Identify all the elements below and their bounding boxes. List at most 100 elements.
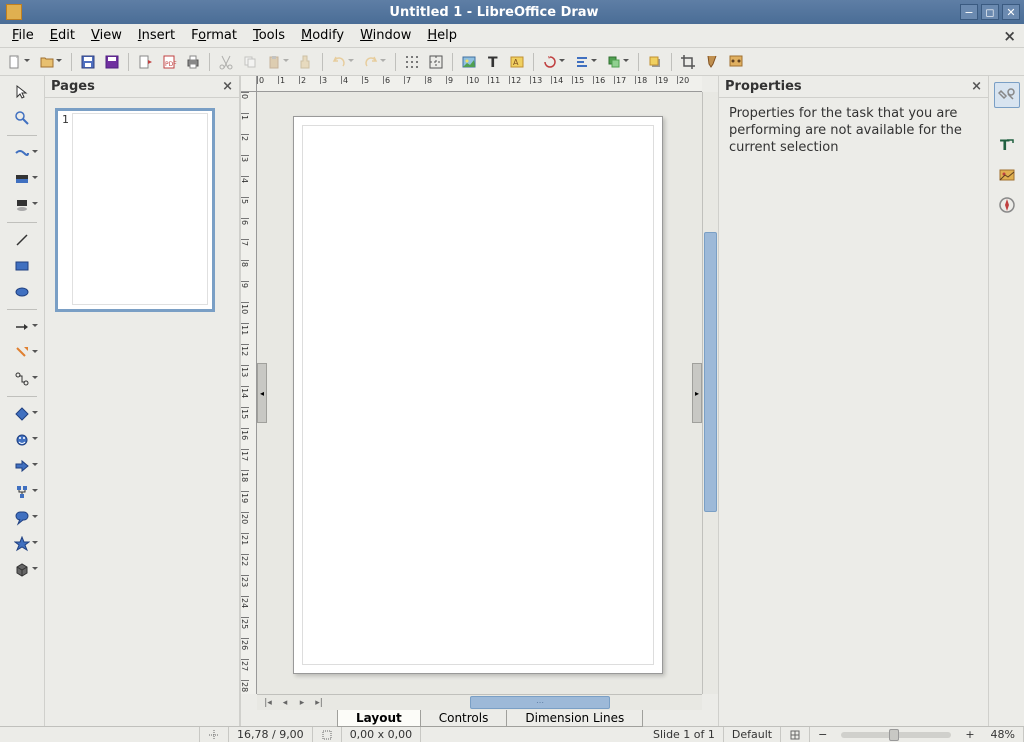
sidebar-navigator-icon[interactable] xyxy=(994,192,1020,218)
undo-button[interactable] xyxy=(328,51,350,73)
basic-shapes-tool[interactable] xyxy=(4,402,40,426)
svg-text:A: A xyxy=(513,58,519,67)
tab-dimension-lines[interactable]: Dimension Lines xyxy=(506,710,643,727)
vertical-scrollbar[interactable] xyxy=(702,92,718,694)
curve-tool[interactable] xyxy=(4,341,40,365)
menu-file[interactable]: File xyxy=(4,26,42,45)
canvas-area: 01234567891011121314151617181920 0123456… xyxy=(240,76,718,726)
last-page-button[interactable]: ▸| xyxy=(312,697,326,709)
zoom-in-icon[interactable]: + xyxy=(957,727,982,742)
helplines-button[interactable] xyxy=(425,51,447,73)
zoom-out-icon[interactable]: − xyxy=(810,727,835,742)
connector-tool[interactable] xyxy=(4,367,40,391)
symbol-shapes-tool[interactable] xyxy=(4,428,40,452)
object-size: 0,00 x 0,00 xyxy=(342,727,422,742)
tab-layout[interactable]: Layout xyxy=(337,710,421,727)
grid-button[interactable] xyxy=(401,51,423,73)
clone-format-button[interactable] xyxy=(295,51,317,73)
properties-panel-header: Properties × xyxy=(719,76,988,98)
pages-panel-title: Pages xyxy=(51,79,95,94)
select-tool[interactable] xyxy=(4,80,40,104)
sidebar-gallery-icon[interactable] xyxy=(994,162,1020,188)
callout-tool[interactable] xyxy=(4,506,40,530)
page-thumbnail[interactable]: 1 xyxy=(55,108,215,312)
horizontal-ruler[interactable]: 01234567891011121314151617181920 xyxy=(257,76,702,92)
menu-format[interactable]: Format xyxy=(183,26,245,45)
rotate-button[interactable] xyxy=(539,51,561,73)
paste-button[interactable] xyxy=(263,51,285,73)
properties-panel-close-icon[interactable]: × xyxy=(971,79,982,94)
close-window-button[interactable]: ✕ xyxy=(1002,4,1020,20)
properties-panel-title: Properties xyxy=(725,79,802,94)
menu-edit[interactable]: Edit xyxy=(42,26,83,45)
collapse-right-handle[interactable]: ▸ xyxy=(692,363,702,423)
copy-button[interactable] xyxy=(239,51,261,73)
sidebar-properties-icon[interactable] xyxy=(994,82,1020,108)
prev-page-button[interactable]: ◂ xyxy=(278,697,292,709)
cursor-position: 16,78 / 9,00 xyxy=(229,727,313,742)
zoom-percent[interactable]: 48% xyxy=(983,727,1024,742)
print-button[interactable] xyxy=(182,51,204,73)
arrow-tool[interactable] xyxy=(4,315,40,339)
sidebar-styles-icon[interactable]: T xyxy=(994,132,1020,158)
zoom-slider[interactable] xyxy=(841,732,951,738)
close-document-button[interactable]: × xyxy=(1003,27,1016,45)
layer-tabs: Layout Controls Dimension Lines xyxy=(257,710,702,726)
align-button[interactable] xyxy=(571,51,593,73)
page-style[interactable]: Default xyxy=(724,727,781,742)
collapse-left-handle[interactable]: ◂ xyxy=(257,363,267,423)
crop-button[interactable] xyxy=(677,51,699,73)
line-color-tool[interactable] xyxy=(4,141,40,165)
rectangle-tool[interactable] xyxy=(4,254,40,278)
flowchart-tool[interactable] xyxy=(4,480,40,504)
insert-image-button[interactable] xyxy=(458,51,480,73)
redo-button[interactable] xyxy=(360,51,382,73)
next-page-button[interactable]: ▸ xyxy=(295,697,309,709)
open-button[interactable] xyxy=(36,51,58,73)
app-icon xyxy=(6,4,22,20)
standard-toolbar: PDF T A xyxy=(0,48,1024,76)
export-button[interactable] xyxy=(134,51,156,73)
insert-fontwork-button[interactable]: A xyxy=(506,51,528,73)
save-as-button[interactable] xyxy=(101,51,123,73)
block-arrows-tool[interactable] xyxy=(4,454,40,478)
gluepoints-button[interactable] xyxy=(725,51,747,73)
vertical-ruler[interactable]: 0123456789101112131415161718192021222324… xyxy=(241,92,257,694)
shadow-tool[interactable] xyxy=(4,193,40,217)
3d-tool[interactable] xyxy=(4,558,40,582)
tab-controls[interactable]: Controls xyxy=(420,710,508,727)
cut-button[interactable] xyxy=(215,51,237,73)
properties-panel: Properties × Properties for the task tha… xyxy=(718,76,988,726)
menu-help[interactable]: Help xyxy=(419,26,465,45)
pages-panel-header: Pages × xyxy=(45,76,239,98)
menu-tools[interactable]: Tools xyxy=(245,26,293,45)
export-pdf-button[interactable]: PDF xyxy=(158,51,180,73)
line-tool[interactable] xyxy=(4,228,40,252)
menu-modify[interactable]: Modify xyxy=(293,26,352,45)
page-number-label: 1 xyxy=(62,113,69,126)
insert-text-button[interactable]: T xyxy=(482,51,504,73)
first-page-button[interactable]: |◂ xyxy=(261,697,275,709)
svg-text:T: T xyxy=(488,55,498,70)
star-tool[interactable] xyxy=(4,532,40,556)
properties-message: Properties for the task that you are per… xyxy=(719,98,988,165)
drawing-page[interactable] xyxy=(293,116,663,674)
canvas-viewport[interactable]: ◂ ▸ xyxy=(257,92,702,694)
shadow-button[interactable] xyxy=(644,51,666,73)
menu-window[interactable]: Window xyxy=(352,26,419,45)
menu-insert[interactable]: Insert xyxy=(130,26,183,45)
minimize-button[interactable]: − xyxy=(960,4,978,20)
arrange-button[interactable] xyxy=(603,51,625,73)
slide-count[interactable]: Slide 1 of 1 xyxy=(645,727,724,742)
pages-panel-close-icon[interactable]: × xyxy=(222,79,233,94)
new-button[interactable] xyxy=(4,51,26,73)
zoom-tool[interactable] xyxy=(4,106,40,130)
fill-color-tool[interactable] xyxy=(4,167,40,191)
filter-button[interactable] xyxy=(701,51,723,73)
menu-view[interactable]: View xyxy=(83,26,130,45)
save-button[interactable] xyxy=(77,51,99,73)
fit-page-icon[interactable] xyxy=(781,727,810,742)
horizontal-scrollbar[interactable]: ⋯ xyxy=(330,695,702,710)
maximize-button[interactable]: ◻ xyxy=(981,4,999,20)
ellipse-tool[interactable] xyxy=(4,280,40,304)
